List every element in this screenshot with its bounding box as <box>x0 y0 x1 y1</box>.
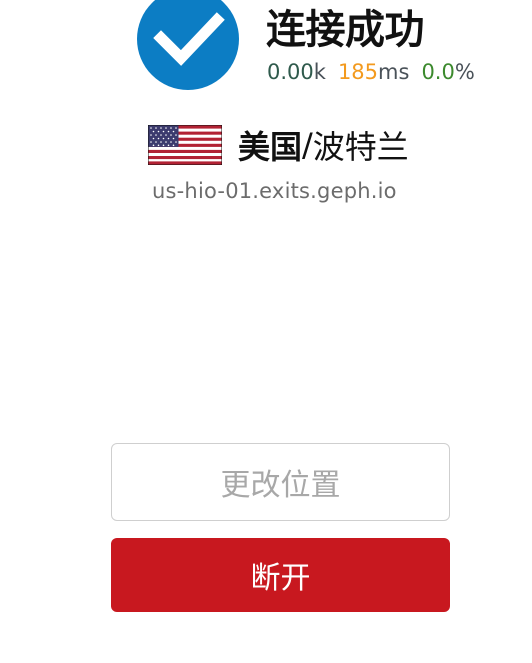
disconnect-button[interactable]: 断开 <box>111 538 450 612</box>
exit-hostname: us-hio-01.exits.geph.io <box>152 179 397 203</box>
connection-status-title: 连接成功 <box>266 7 425 53</box>
bandwidth-value: 0.00 <box>267 60 314 84</box>
bandwidth-unit: k <box>313 60 326 84</box>
latency-unit: ms <box>378 60 410 84</box>
us-flag-icon <box>148 125 222 165</box>
connection-stats: 0.00k 185ms 0.0% <box>267 58 475 86</box>
disconnect-label: 断开 <box>250 561 311 596</box>
exit-city: 波特兰 <box>312 128 409 166</box>
check-circle-icon <box>137 0 239 90</box>
exit-country: 美国 <box>238 128 303 166</box>
latency-value: 185 <box>337 60 379 84</box>
packet-loss-unit: % <box>454 60 475 84</box>
bandwidth-stat: 0.00k <box>267 58 326 86</box>
change-location-label: 更改位置 <box>220 468 341 503</box>
packet-loss-value: 0.0 <box>421 60 455 84</box>
change-location-button[interactable]: 更改位置 <box>111 443 450 521</box>
exit-location: 美国 / 波特兰 <box>148 122 409 168</box>
packet-loss-stat: 0.0% <box>421 58 474 86</box>
latency-stat: 185ms <box>338 58 410 86</box>
location-separator: / <box>302 126 313 164</box>
